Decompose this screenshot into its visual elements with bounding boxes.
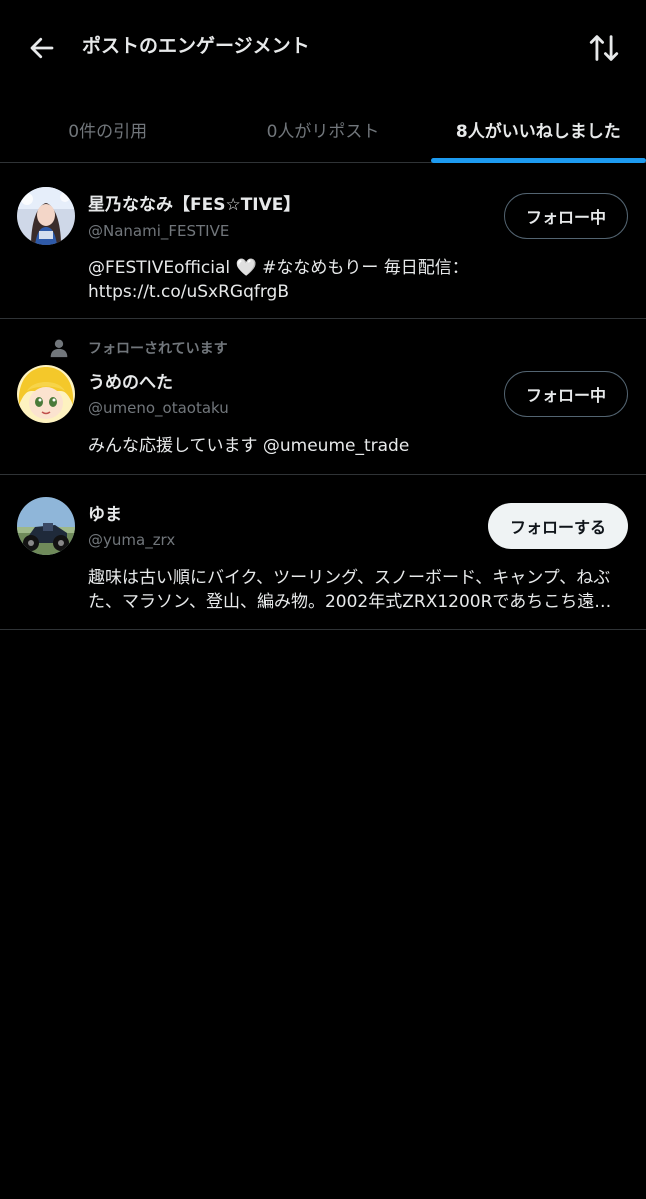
back-button[interactable]: [24, 30, 60, 66]
follows-you-label: フォローされています: [88, 341, 228, 357]
user-bio: 趣味は古い順にバイク、ツーリング、スノーボード、キャンプ、ねぶた、マラソン、登山…: [88, 568, 612, 612]
user-cell[interactable]: フォローされています うめのへた @umeno_otaotaku フォロー中 み…: [0, 319, 646, 475]
follow-button[interactable]: フォローする: [488, 503, 628, 549]
top-app-bar: ポストのエンゲージメント: [0, 0, 646, 96]
person-icon: [48, 337, 70, 359]
page-title: ポストのエンゲージメント: [82, 35, 310, 57]
follows-you-indicator: フォローされています: [48, 337, 228, 359]
tab-label: 0人がリポスト: [266, 121, 380, 142]
sort-arrows-icon: [589, 35, 619, 61]
tab-likes[interactable]: 8人がいいねしました: [430, 96, 646, 163]
user-handle[interactable]: @Nanami_FESTIVE: [88, 220, 229, 242]
avatar[interactable]: [17, 187, 75, 245]
user-bio: @FESTIVEofficial 🤍 #ななめもりー 毎日配信： https:/…: [88, 258, 469, 302]
sort-button[interactable]: [584, 28, 624, 68]
tab-reposts[interactable]: 0人がリポスト: [215, 96, 430, 162]
display-name[interactable]: うめのへた: [88, 371, 173, 395]
avatar[interactable]: [17, 365, 75, 423]
display-name[interactable]: ゆま: [88, 503, 122, 527]
tab-label: 8人がいいねしました: [455, 121, 621, 142]
user-cell[interactable]: ゆま @yuma_zrx フォローする 趣味は古い順にバイク、ツーリング、スノー…: [0, 475, 646, 630]
user-handle[interactable]: @yuma_zrx: [88, 529, 175, 551]
user-bio: みんな応援しています @umeume_trade: [88, 436, 410, 456]
display-name[interactable]: 星乃ななみ【FES☆TIVE】: [88, 193, 300, 217]
tab-label: 0件の引用: [68, 121, 148, 142]
avatar[interactable]: [17, 497, 75, 555]
following-button[interactable]: フォロー中: [504, 371, 628, 417]
tab-quotes[interactable]: 0件の引用: [0, 96, 215, 162]
arrow-left-icon: [30, 37, 54, 59]
engagement-tabs: 0件の引用 0人がリポスト 8人がいいねしました: [0, 96, 646, 163]
user-handle[interactable]: @umeno_otaotaku: [88, 397, 229, 419]
following-button[interactable]: フォロー中: [504, 193, 628, 239]
user-cell[interactable]: 星乃ななみ【FES☆TIVE】 @Nanami_FESTIVE フォロー中 @F…: [0, 163, 646, 319]
